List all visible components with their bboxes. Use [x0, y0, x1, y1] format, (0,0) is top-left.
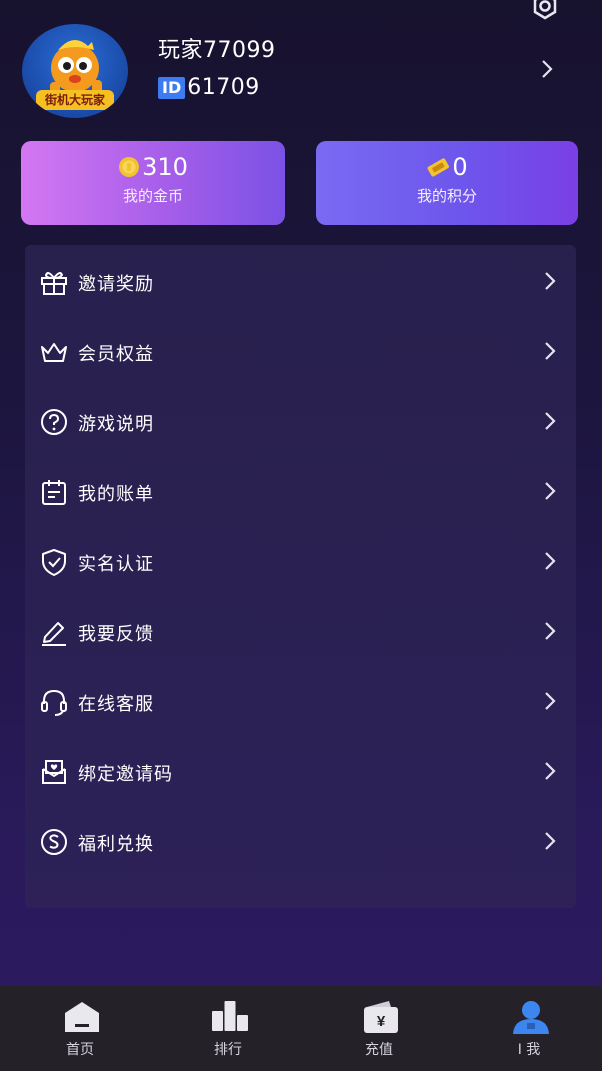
- id-tag: ID: [158, 76, 186, 99]
- username: 玩家77099: [158, 38, 276, 63]
- home-icon: [65, 1002, 99, 1032]
- bottom-tab-bar: 首页 排行 ¥ 充值 I 我: [0, 986, 602, 1071]
- chevron-right-icon: [545, 482, 556, 500]
- crown-icon: [41, 343, 67, 362]
- menu-item-feedback[interactable]: 我要反馈: [25, 601, 576, 661]
- menu-item-label: 我的账单: [78, 484, 154, 505]
- avatar-badge: 街机大玩家: [36, 90, 114, 110]
- user-id-number: 61709: [187, 75, 260, 100]
- user-id-row: ID 61709: [158, 75, 260, 100]
- ranking-icon: [212, 1001, 248, 1031]
- avatar[interactable]: 街机大玩家: [22, 24, 128, 118]
- coins-label: 我的金币: [122, 187, 183, 205]
- shield-check-icon: [42, 549, 66, 576]
- menu-item-membership[interactable]: 会员权益: [25, 321, 576, 381]
- svg-text:¥: ¥: [377, 1013, 386, 1030]
- menu-item-label: 在线客服: [78, 694, 154, 715]
- dollar-circle-icon: [41, 829, 67, 855]
- chevron-right-icon: [545, 272, 556, 290]
- chevron-right-icon: [545, 832, 556, 850]
- gift-icon: [41, 272, 67, 295]
- menu-item-label: 实名认证: [78, 554, 154, 575]
- menu-item-label: 邀请奖励: [78, 274, 154, 295]
- envelope-heart-icon: [42, 760, 66, 784]
- menu-item-label: 绑定邀请码: [78, 764, 173, 785]
- user-icon: [513, 1001, 549, 1034]
- profile-screen: 街机大玩家 玩家77099 ID 61709 310 我的金币 0 我的积分 邀…: [0, 0, 602, 1071]
- coins-card[interactable]: 310 我的金币: [21, 141, 285, 225]
- pen-icon: [42, 622, 66, 646]
- tab-label: I 我: [517, 1042, 541, 1058]
- chevron-right-icon: [545, 342, 556, 360]
- profile-header[interactable]: 街机大玩家 玩家77099 ID 61709: [22, 24, 582, 120]
- coins-value: 310: [142, 153, 188, 181]
- menu-item-label: 会员权益: [78, 344, 154, 365]
- chevron-right-icon: [545, 622, 556, 640]
- menu-item-invite-rewards[interactable]: 邀请奖励: [25, 251, 576, 311]
- wallet-yen-icon: ¥: [364, 1001, 398, 1033]
- menu-item-my-bills[interactable]: 我的账单: [25, 461, 576, 521]
- question-circle-icon: [41, 409, 67, 435]
- chevron-right-icon: [545, 412, 556, 430]
- menu-item-benefit-exchange[interactable]: 福利兑换: [25, 811, 576, 871]
- points-card[interactable]: 0 我的积分: [316, 141, 578, 225]
- menu-item-label: 游戏说明: [78, 414, 154, 435]
- menu-item-label: 我要反馈: [78, 624, 154, 645]
- tab-ranking[interactable]: 排行: [168, 986, 288, 1071]
- tab-label: 排行: [214, 1042, 242, 1058]
- tab-label: 首页: [66, 1042, 94, 1058]
- points-value: 0: [452, 153, 468, 181]
- tab-recharge[interactable]: ¥ 充值: [319, 986, 439, 1071]
- coin-icon: [119, 157, 140, 177]
- ticket-icon: [427, 158, 450, 177]
- menu-item-real-name-verification[interactable]: 实名认证: [25, 531, 576, 591]
- headset-icon: [41, 689, 67, 716]
- menu-list: 邀请奖励 会员权益 游戏说明 我的账单 实名认证 我要反馈 在线客服 绑定邀请码…: [25, 245, 576, 908]
- settings-icon[interactable]: [526, 0, 564, 22]
- chevron-right-icon: [545, 762, 556, 780]
- menu-item-label: 福利兑换: [78, 834, 154, 855]
- chevron-right-icon: [545, 552, 556, 570]
- tab-home[interactable]: 首页: [20, 986, 140, 1071]
- tab-label: 充值: [365, 1042, 393, 1058]
- chevron-right-icon[interactable]: [540, 58, 554, 80]
- tab-profile[interactable]: I 我: [469, 986, 589, 1071]
- menu-item-game-guide[interactable]: 游戏说明: [25, 391, 576, 451]
- chevron-right-icon: [545, 692, 556, 710]
- calendar-bill-icon: [42, 480, 66, 505]
- menu-item-bind-invite-code[interactable]: 绑定邀请码: [25, 741, 576, 801]
- menu-item-customer-service[interactable]: 在线客服: [25, 671, 576, 731]
- points-label: 我的积分: [416, 187, 477, 205]
